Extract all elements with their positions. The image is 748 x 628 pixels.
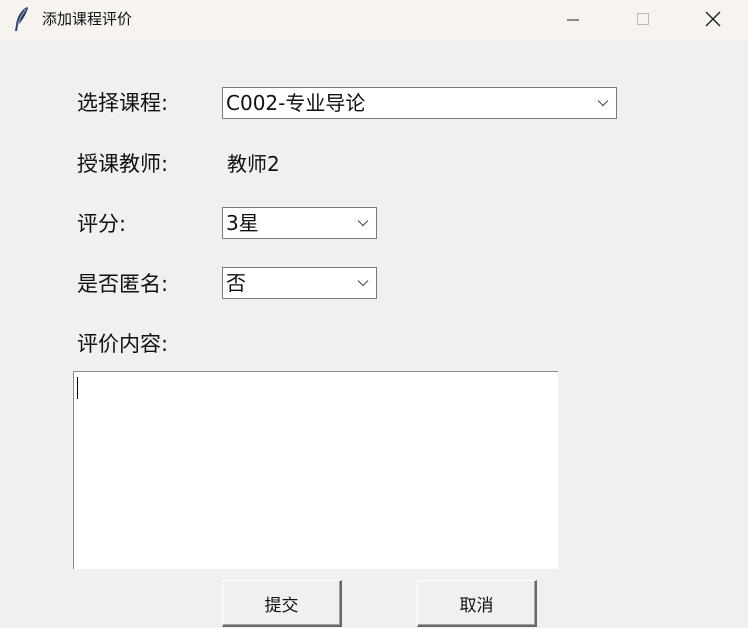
chevron-down-icon xyxy=(597,100,609,107)
content-textarea[interactable] xyxy=(73,371,558,569)
maximize-icon xyxy=(637,13,649,25)
minimize-icon xyxy=(567,19,579,21)
anonymous-label: 是否匿名: xyxy=(77,272,169,296)
maximize-button[interactable] xyxy=(608,0,678,38)
anonymous-select[interactable]: 否 xyxy=(222,267,377,299)
close-button[interactable] xyxy=(678,0,748,38)
chevron-down-icon xyxy=(357,280,369,287)
teacher-label: 授课教师: xyxy=(77,152,169,176)
feather-icon xyxy=(12,6,32,32)
dialog-window: 添加课程评价 选择课程: C002-专业导论 授课教师: 教师2 评分: 3星 … xyxy=(0,0,748,628)
cancel-button[interactable]: 取消 xyxy=(417,580,537,627)
title-bar[interactable]: 添加课程评价 xyxy=(0,0,748,40)
text-caret xyxy=(77,377,78,399)
minimize-button[interactable] xyxy=(538,0,608,38)
chevron-down-icon xyxy=(357,220,369,227)
anonymous-select-value: 否 xyxy=(226,271,246,295)
rating-select[interactable]: 3星 xyxy=(222,207,377,239)
teacher-value: 教师2 xyxy=(227,152,280,176)
submit-button[interactable]: 提交 xyxy=(222,580,342,627)
rating-select-value: 3星 xyxy=(226,211,259,235)
course-select[interactable]: C002-专业导论 xyxy=(222,87,617,119)
content-label: 评价内容: xyxy=(77,332,169,356)
course-select-value: C002-专业导论 xyxy=(226,91,366,115)
rating-label: 评分: xyxy=(77,212,127,236)
window-title: 添加课程评价 xyxy=(42,10,133,28)
course-label: 选择课程: xyxy=(77,91,169,115)
close-icon xyxy=(705,11,721,27)
